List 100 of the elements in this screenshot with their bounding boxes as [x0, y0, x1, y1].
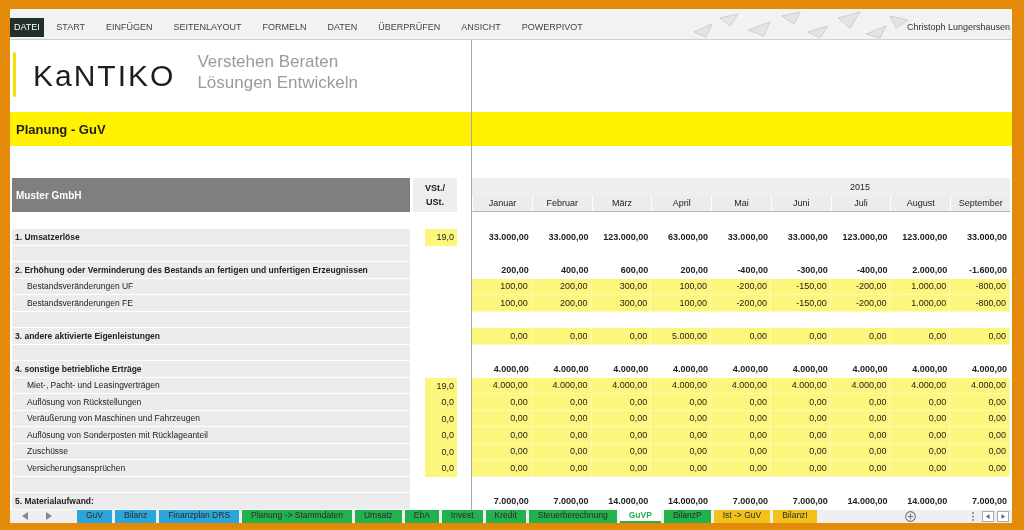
- value-cell: 4.000,00: [651, 377, 712, 394]
- scroll-left-icon[interactable]: [982, 510, 994, 522]
- value-cell: 300,00: [591, 278, 652, 295]
- row-label: 5. Materialaufwand:: [12, 493, 410, 510]
- value-cell-text: -400,00: [855, 264, 889, 278]
- value-cell: 4.000,00: [770, 377, 831, 394]
- value-cell: 100,00: [472, 295, 532, 312]
- row-label: Versicherungsansprüchen: [12, 460, 410, 477]
- value-cell: 0,00: [472, 328, 532, 345]
- value-cell: 200,00: [531, 278, 592, 295]
- value-cell-text: -300,00: [796, 264, 829, 278]
- value-cell-text: 63.000,00: [667, 231, 710, 245]
- value-cell-text: 14.000,00: [667, 495, 710, 509]
- value-cell-text: 4.000,00: [672, 363, 710, 377]
- file-tab[interactable]: DATEI: [10, 17, 44, 37]
- value-cell-text: 4.000,00: [791, 363, 829, 377]
- value-cell: 4.000,00: [531, 377, 592, 394]
- value-cell: 4.000,00: [591, 377, 652, 394]
- value-cell: 4.000,00: [711, 377, 771, 394]
- vat-cell: 0,0: [425, 460, 457, 477]
- logo-wordmark: KaNTIKO: [33, 59, 176, 93]
- ribbon-tab[interactable]: ÜBERPRÜFEN: [367, 17, 451, 37]
- value-cell: 0,00: [890, 460, 951, 477]
- month-header: August: [890, 195, 951, 211]
- value-cell: 0,00: [711, 328, 771, 345]
- value-cell: 300,00: [591, 295, 652, 312]
- value-cell-text: 4.000,00: [731, 363, 769, 377]
- value-cell-text: 33.000,00: [547, 231, 590, 245]
- value-cell: 5.000,00: [651, 328, 712, 345]
- row-label: 2. Erhöhung oder Verminderung des Bestands an fertigen und unfertigen Erzeugnissen: [12, 262, 410, 279]
- ribbon-tab[interactable]: EINFÜGEN: [95, 17, 164, 37]
- scroll-right-icon[interactable]: [997, 510, 1009, 522]
- value-cell-text: 2.000,00: [911, 264, 949, 278]
- value-cell: 0,00: [472, 427, 532, 444]
- value-cell: 0,00: [531, 328, 592, 345]
- ribbon-tab[interactable]: SEITENLAYOUT: [163, 17, 252, 37]
- value-cell: 0,00: [591, 328, 652, 345]
- value-cell: 0,00: [711, 427, 771, 444]
- value-cell-text: 7.000,00: [492, 495, 530, 509]
- value-cell-text: 33.000,00: [487, 231, 530, 245]
- value-cell-text: 4.000,00: [552, 363, 590, 377]
- value-cell: -800,00: [950, 295, 1011, 312]
- value-cell-text: 4.000,00: [971, 363, 1009, 377]
- previous-sheet-icon[interactable]: [22, 512, 28, 520]
- year-header: 2015: [850, 181, 870, 192]
- ribbon-tab[interactable]: START: [45, 17, 96, 37]
- value-cell-text: 200,00: [679, 264, 710, 278]
- value-cell: 0,00: [890, 427, 951, 444]
- next-sheet-icon[interactable]: [46, 512, 52, 520]
- value-cell: 0,00: [591, 460, 652, 477]
- value-cell-text: 14.000,00: [607, 495, 650, 509]
- value-cell: -150,00: [770, 295, 831, 312]
- value-cell: 0,00: [830, 328, 891, 345]
- value-cell: 4.000,00: [890, 377, 951, 394]
- row-label: 1. Umsatzerlöse: [12, 229, 410, 246]
- ribbon-tab[interactable]: FORMELN: [251, 17, 317, 37]
- value-cell-text: 4.000,00: [911, 363, 949, 377]
- month-header: Januar: [472, 195, 532, 211]
- value-cell: -200,00: [830, 295, 891, 312]
- value-cell: 0,00: [531, 427, 592, 444]
- sheet-title: Planung - GuV: [10, 112, 1012, 146]
- value-cell-text: -1.600,00: [968, 264, 1009, 278]
- logo-tagline: Verstehen Beraten Lösungen Entwickeln: [197, 51, 359, 93]
- value-cell: 0,00: [950, 427, 1011, 444]
- value-cell: 100,00: [651, 295, 712, 312]
- value-cell: 1.000,00: [890, 295, 951, 312]
- month-header: Februar: [531, 195, 592, 211]
- value-cell-text: -400,00: [736, 264, 769, 278]
- ribbon-tab[interactable]: ANSICHT: [450, 17, 512, 37]
- value-cell: 0,00: [591, 394, 652, 411]
- value-cell-text: 400,00: [560, 264, 590, 278]
- value-cell: 0,00: [651, 460, 712, 477]
- value-cell-text: 7.000,00: [552, 495, 590, 509]
- value-cell: 0,00: [591, 427, 652, 444]
- value-cell: 0,00: [770, 328, 831, 345]
- value-cell: -200,00: [711, 295, 771, 312]
- month-header: Mai: [711, 195, 771, 211]
- value-cell-text: 33.000,00: [786, 231, 829, 245]
- logo-accent-bar: [13, 52, 16, 97]
- value-cell-text: 14.000,00: [906, 495, 949, 509]
- value-cell-text: 7.000,00: [731, 495, 769, 509]
- vat-column-header: VSt./ USt.: [413, 178, 457, 212]
- value-cell: 0,00: [711, 460, 771, 477]
- value-cell-text: 33.000,00: [966, 231, 1009, 245]
- value-cell: 4.000,00: [472, 377, 532, 394]
- value-cell: 0,00: [890, 394, 951, 411]
- value-cell-text: 123.000,00: [602, 231, 650, 245]
- month-header: September: [950, 195, 1011, 211]
- value-cell-text: 14.000,00: [846, 495, 889, 509]
- value-cell: 0,00: [890, 328, 951, 345]
- month-header: Juli: [830, 195, 891, 211]
- user-name: Christoph Lungershausen: [906, 22, 1010, 32]
- value-cell-text: 600,00: [619, 264, 650, 278]
- value-cell: 0,00: [950, 394, 1011, 411]
- value-cell: 0,00: [950, 460, 1011, 477]
- add-sheet-icon[interactable]: [905, 510, 916, 522]
- ribbon-tab[interactable]: DATEN: [316, 17, 368, 37]
- value-cell: 0,00: [830, 460, 891, 477]
- ribbon-tab[interactable]: POWERPIVOT: [511, 17, 594, 37]
- value-cell: 0,00: [651, 394, 712, 411]
